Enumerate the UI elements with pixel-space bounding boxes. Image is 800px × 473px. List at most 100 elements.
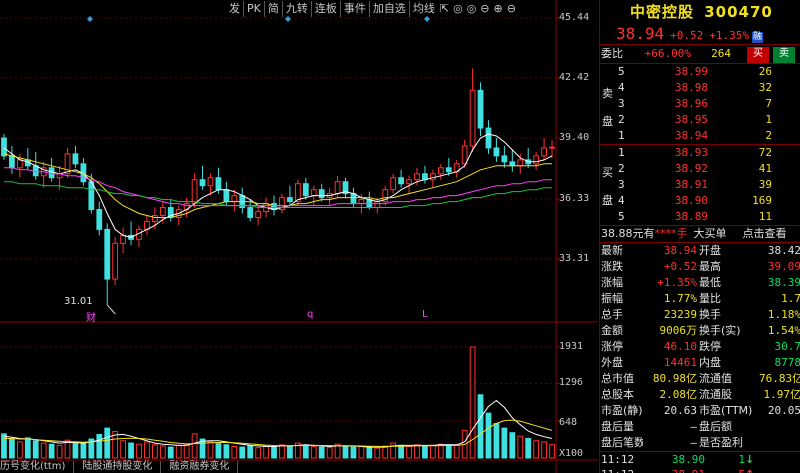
candle-body: [16, 159, 23, 169]
kline-chart-panel[interactable]: 发 PK 简 九转 连板 事件 加自选 均线 ⇱ ◎ ◎ ⊖ ⊕ ⊖ 45.44…: [0, 0, 598, 473]
tab-margin-trading[interactable]: 融资融券变化: [161, 461, 239, 473]
toolbar-item-fa[interactable]: 发: [226, 1, 243, 17]
order-book-row[interactable]: 3 38.96 7: [618, 96, 798, 112]
volume-bar: [493, 423, 500, 459]
promo-big-buy: 大买单: [693, 227, 727, 240]
volume-bar: [477, 394, 484, 459]
stat-label: 振幅: [601, 292, 623, 305]
circle-minus-icon[interactable]: ⊖: [505, 1, 518, 17]
stat-value: 1.77%: [663, 292, 697, 305]
volume-bar: [144, 441, 150, 459]
order-book-row[interactable]: 5 38.99 26: [618, 64, 798, 80]
big-order-promo[interactable]: 38.88元有 ****手 大买单 点击查看: [600, 225, 800, 242]
book-volume: 7: [765, 97, 772, 110]
order-book-row[interactable]: 4 38.90 169: [618, 193, 798, 209]
candle-body: [398, 177, 404, 185]
volume-bar: [247, 445, 254, 459]
candle-body: [48, 167, 55, 179]
toolbar-item-pk[interactable]: PK: [243, 1, 264, 17]
circle-plus-icon[interactable]: ⊕: [492, 1, 505, 17]
stat-value: 14461: [663, 356, 697, 369]
candle-body: [112, 242, 119, 280]
stat-label: 外盘: [601, 356, 623, 369]
bid-book: 买 盘 1 38.93 72 2 38.92 41 3 38.91 39 4 38.90 169 5 38…: [600, 144, 800, 225]
stat-label: 换手: [699, 308, 721, 321]
candle-body: [461, 145, 468, 165]
volume-bar: [382, 445, 389, 459]
tick-row: 11:1238.915↑: [600, 467, 800, 473]
toolbar-item-jiuzhuan[interactable]: 九转: [281, 1, 311, 17]
order-book-row[interactable]: 1 38.93 72: [618, 145, 798, 161]
order-book-row[interactable]: 2 38.92 41: [618, 161, 798, 177]
order-book-row[interactable]: 2 38.95 1: [618, 112, 798, 128]
stat-label: 流通股: [699, 388, 732, 401]
stat-label: 跌停: [699, 340, 721, 353]
order-book-row[interactable]: 3 38.91 39: [618, 177, 798, 193]
weibi-value: +66.00%: [644, 47, 691, 60]
stat-label: 最新: [601, 244, 623, 257]
bottom-indicator-tabs: 历号变化(ttm) 陆股通持股变化 融资融券变化: [0, 461, 239, 473]
candle-body: [533, 155, 540, 165]
toolbar-item-shijian[interactable]: 事件: [339, 1, 369, 17]
sell-button[interactable]: 卖: [773, 47, 795, 63]
candle-body: [517, 159, 524, 167]
book-volume: 41: [758, 162, 772, 175]
candle-body: [549, 146, 555, 149]
stat-value: 80.98亿: [652, 372, 697, 385]
order-book-row[interactable]: 5 38.89 11: [618, 209, 798, 225]
volume-bar: [287, 445, 293, 459]
circle-icon[interactable]: ◎: [465, 1, 479, 17]
volume-bar: [80, 443, 87, 459]
candle-body: [152, 214, 158, 222]
volume-bar: [374, 447, 381, 459]
book-volume: 169: [752, 194, 772, 207]
stat-value: 1.97亿: [763, 388, 800, 401]
event-marker-cai[interactable]: 财: [86, 309, 96, 324]
tab-indicator-ttm[interactable]: 历号变化(ttm): [0, 461, 75, 473]
buy-button[interactable]: 买: [747, 47, 769, 63]
volume-bar: [231, 446, 238, 459]
toolbar-item-add-watchlist[interactable]: 加自选: [368, 1, 409, 17]
volume-bar: [263, 444, 269, 459]
event-marker-l[interactable]: L: [422, 309, 428, 320]
volume-bar: [120, 440, 126, 459]
promo-click-view[interactable]: 点击查看: [743, 226, 787, 242]
price-change-pct: +1.35%: [709, 29, 750, 42]
book-volume: 2: [765, 129, 772, 142]
minus-icon[interactable]: ⊖: [478, 1, 491, 17]
stat-value: 9006万: [659, 324, 698, 337]
volume-bar: [1, 433, 7, 459]
toolbar-item-junxian[interactable]: 均线: [408, 1, 438, 17]
book-volume: 1: [765, 113, 772, 126]
toolbar-item-jian[interactable]: 简: [263, 1, 282, 17]
stat-row: 最新 38.94 开盘 38.42: [600, 243, 800, 259]
event-marker-q[interactable]: q: [307, 309, 313, 320]
circle-icon[interactable]: ◎: [451, 1, 465, 17]
tab-hk-connect[interactable]: 陆股通持股变化: [74, 461, 162, 473]
volume-bar: [175, 444, 182, 459]
kline-chart-svg[interactable]: [0, 0, 598, 473]
kline-y-tick: 45.44: [559, 12, 590, 23]
volume-bar: [9, 438, 15, 459]
stat-value: 8778: [774, 356, 800, 369]
candle-body: [9, 155, 15, 169]
stat-value: 76.83亿: [759, 372, 800, 385]
volume-bar: [422, 445, 428, 459]
volume-bar: [453, 444, 460, 459]
expand-icon[interactable]: ⇱: [438, 1, 451, 17]
candle-body: [477, 89, 484, 129]
candle-body: [88, 181, 95, 211]
toolbar-item-lianban[interactable]: 连板: [310, 1, 340, 17]
tick-price: 38.90: [671, 453, 705, 466]
volume-bar: [509, 432, 516, 459]
weibi-diff: 264: [711, 47, 731, 60]
price-ma-line: [4, 181, 552, 208]
stat-label: 总手: [601, 308, 623, 321]
order-book-row[interactable]: 4 38.98 32: [618, 80, 798, 96]
promo-price-text: 38.88元有: [601, 227, 655, 240]
volume-bar: [406, 446, 412, 459]
stat-value: +1.35%: [657, 276, 697, 289]
order-book-row[interactable]: 1 38.94 2: [618, 128, 798, 144]
book-price: 38.92: [674, 162, 708, 175]
kline-y-tick: 39.40: [559, 132, 590, 143]
